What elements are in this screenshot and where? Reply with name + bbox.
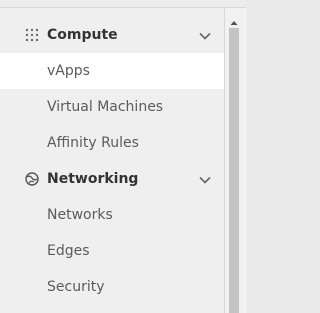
sidebar-nav: Compute vApps Virtual Machines Affinity … — [0, 8, 224, 313]
section-header-networking[interactable]: Networking — [0, 161, 224, 197]
section-label-networking: Networking — [47, 171, 139, 187]
grid-dots-icon — [24, 27, 40, 43]
scrollbar-thumb[interactable] — [229, 28, 239, 313]
nav-item-security[interactable]: Security — [0, 269, 224, 305]
top-divider — [0, 0, 246, 8]
nav-item-label: Security — [47, 279, 105, 295]
nav-item-label: vApps — [47, 63, 90, 79]
chevron-down-icon[interactable] — [198, 172, 212, 186]
nav-item-edges[interactable]: Edges — [0, 233, 224, 269]
nav-item-label: Affinity Rules — [47, 135, 139, 151]
nav-item-virtual-machines[interactable]: Virtual Machines — [0, 89, 224, 125]
section-label-compute: Compute — [47, 27, 118, 43]
nav-item-affinity-rules[interactable]: Affinity Rules — [0, 125, 224, 161]
nav-item-label: Networks — [47, 207, 113, 223]
nav-item-label: Edges — [47, 243, 90, 259]
scroll-up-arrow-icon[interactable] — [229, 13, 239, 25]
chevron-down-icon[interactable] — [198, 28, 212, 42]
globe-network-icon — [24, 171, 40, 187]
nav-item-networks[interactable]: Networks — [0, 197, 224, 233]
nav-item-vapps[interactable]: vApps — [0, 53, 224, 89]
nav-item-label: Virtual Machines — [47, 99, 164, 115]
section-header-compute[interactable]: Compute — [0, 17, 224, 53]
